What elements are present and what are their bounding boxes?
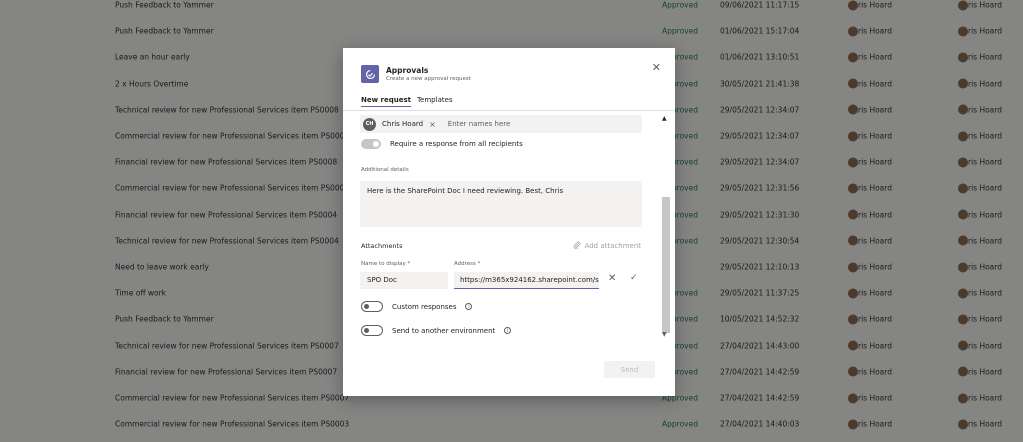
tab-new-request[interactable]: New request [361,96,411,107]
tab-templates[interactable]: Templates [417,96,453,107]
environment-toggle[interactable] [361,325,383,336]
dialog-scroll-area: CH Chris Hoard × Enter names here Requir… [343,111,675,336]
address-input[interactable]: https://m365x924162.sharepoint.com/s [454,272,599,289]
custom-responses-label: Custom responses [392,302,457,311]
add-attachment-label: Add attachment [584,242,641,250]
recipients-field[interactable]: CH Chris Hoard × Enter names here [360,115,642,133]
add-attachment-button[interactable]: Add attachment [573,241,641,251]
close-icon[interactable]: ✕ [652,62,661,73]
address-label: Address * [454,261,481,267]
recipient-chip-name: Chris Hoard [382,120,424,128]
info-icon[interactable]: i [465,303,473,310]
custom-responses-row: Custom responses i [361,301,473,312]
new-approval-dialog: Approvals Create a new approval request … [343,48,675,396]
scrollbar-thumb[interactable] [662,197,670,333]
dialog-subtitle: Create a new approval request [386,76,471,82]
cancel-attachment-icon[interactable]: ✕ [608,273,616,284]
require-all-row: Require a response from all recipients [361,139,523,149]
dialog-title: Approvals [386,66,429,75]
recipients-placeholder: Enter names here [447,120,511,128]
details-label: Additional details [361,167,409,173]
confirm-attachment-icon[interactable]: ✓ [630,273,638,283]
avatar: CH [363,117,376,131]
send-button[interactable]: Send [604,361,655,378]
require-all-label: Require a response from all recipients [390,140,523,148]
name-label: Name to display * [361,261,411,267]
approvals-app-icon [361,65,379,83]
require-all-toggle[interactable] [361,139,381,149]
paperclip-icon [573,241,581,251]
name-to-display-input[interactable]: SPO Doc [360,272,448,289]
remove-recipient-icon[interactable]: × [429,120,436,129]
environment-label: Send to another environment [392,326,496,335]
attachments-label: Attachments [361,242,403,250]
dialog-scrollbar[interactable]: ▲ ▼ [661,113,670,338]
scroll-up-icon[interactable]: ▲ [662,115,667,122]
details-textarea[interactable]: Here is the SharePoint Doc I need review… [360,181,642,227]
dialog-tabs: New request Templates [361,96,453,107]
custom-responses-toggle[interactable] [361,301,383,312]
dialog-header: Approvals Create a new approval request [361,65,471,83]
scroll-down-icon[interactable]: ▼ [662,331,667,338]
environment-row: Send to another environment i [361,325,512,336]
info-icon[interactable]: i [504,327,512,334]
